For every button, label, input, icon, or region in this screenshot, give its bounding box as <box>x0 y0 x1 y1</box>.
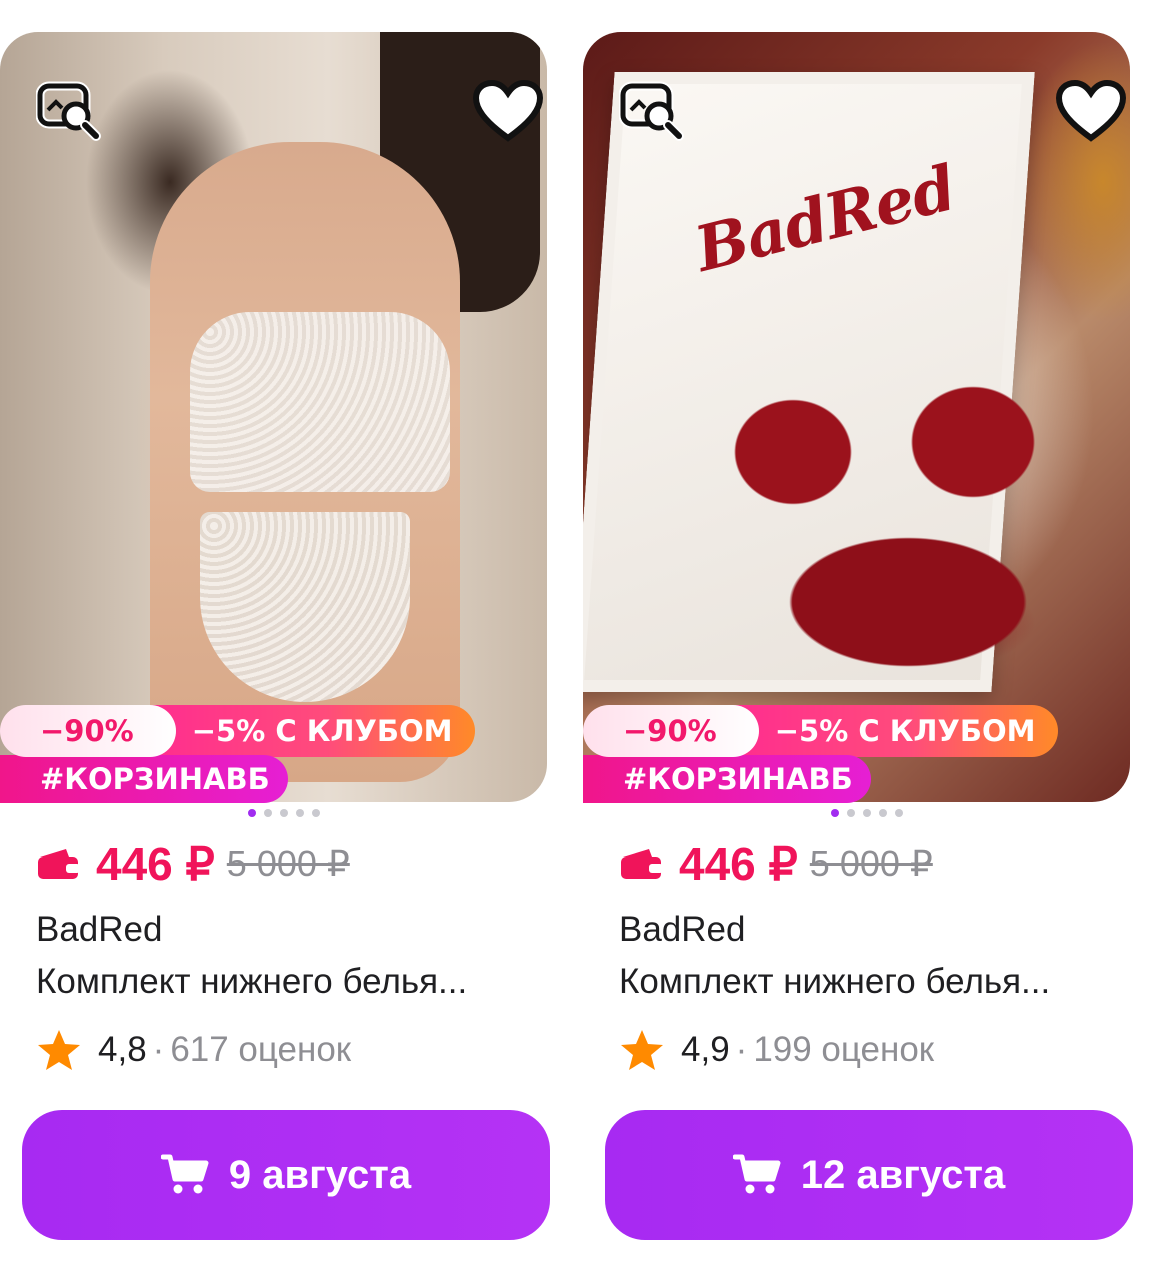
product-grid: −90% −5% С КЛУБОМ #КОРЗИНАВБ 446 ₽ 5 000… <box>0 0 1160 1280</box>
carousel-dot <box>847 809 855 817</box>
carousel-dot <box>895 809 903 817</box>
brand-name[interactable]: BadRed <box>36 910 162 950</box>
discount-badge: −90% <box>0 705 176 757</box>
club-discount-badge: −5% С КЛУБОМ <box>730 705 1058 757</box>
brand-name[interactable]: BadRed <box>619 910 745 950</box>
current-price: 446 ₽ <box>96 838 215 890</box>
carousel-dot <box>248 809 256 817</box>
favorite-heart-icon[interactable] <box>469 72 547 150</box>
photo-lace-top <box>190 312 450 492</box>
carousel-dots <box>831 809 903 817</box>
club-discount-badge: −5% С КЛУБОМ <box>147 705 475 757</box>
carousel-dot <box>879 809 887 817</box>
star-icon <box>621 1030 663 1070</box>
rating-separator: · <box>735 1030 748 1069</box>
add-to-cart-button[interactable]: 9 августа <box>22 1110 550 1240</box>
similar-search-icon[interactable] <box>30 72 108 150</box>
add-to-cart-button[interactable]: 12 августа <box>605 1110 1133 1240</box>
promo-badges: −90% −5% С КЛУБОМ #КОРЗИНАВБ <box>583 705 1143 805</box>
star-icon <box>38 1030 80 1070</box>
product-card[interactable]: BadRed −90% −5% С КЛУБОМ #КОРЗИНАВБ 446 … <box>583 0 1143 1280</box>
carousel-dot <box>280 809 288 817</box>
carousel-dots <box>248 809 320 817</box>
rating-row: 4,8 · 617 оценок <box>36 1028 351 1072</box>
old-price: 5 000 ₽ <box>226 843 350 884</box>
product-title[interactable]: Комплект нижнего белья... <box>619 962 1119 1002</box>
reviews-count: 617 оценок <box>170 1030 352 1069</box>
cart-icon <box>732 1154 781 1194</box>
product-title[interactable]: Комплект нижнего белья... <box>36 962 536 1002</box>
photo-bra <box>673 332 1073 552</box>
carousel-dot <box>831 809 839 817</box>
carousel-dot <box>863 809 871 817</box>
price-row: 446 ₽ 5 000 ₽ <box>619 836 933 892</box>
current-price: 446 ₽ <box>679 838 798 890</box>
carousel-dot <box>264 809 272 817</box>
carousel-dot <box>296 809 304 817</box>
discount-badge: −90% <box>583 705 759 757</box>
promo-tag-badge: #КОРЗИНАВБ <box>583 755 871 803</box>
rating-value: 4,8 <box>98 1030 147 1069</box>
rating-value: 4,9 <box>681 1030 730 1069</box>
rating-separator: · <box>152 1030 165 1069</box>
delivery-date-label: 12 августа <box>800 1152 1006 1197</box>
old-price: 5 000 ₽ <box>809 843 933 884</box>
favorite-heart-icon[interactable] <box>1052 72 1130 150</box>
promo-badges: −90% −5% С КЛУБОМ #КОРЗИНАВБ <box>0 705 560 805</box>
cart-icon <box>160 1154 209 1194</box>
carousel-dot <box>312 809 320 817</box>
similar-search-icon[interactable] <box>613 72 691 150</box>
wallet-icon <box>621 849 663 879</box>
wallet-icon <box>38 849 80 879</box>
promo-tag-badge: #КОРЗИНАВБ <box>0 755 288 803</box>
reviews-count: 199 оценок <box>753 1030 935 1069</box>
product-image[interactable]: BadRed <box>583 32 1130 802</box>
delivery-date-label: 9 августа <box>228 1152 412 1197</box>
product-card[interactable]: −90% −5% С КЛУБОМ #КОРЗИНАВБ 446 ₽ 5 000… <box>0 0 560 1280</box>
rating-row: 4,9 · 199 оценок <box>619 1028 934 1072</box>
product-image[interactable] <box>0 32 547 802</box>
price-row: 446 ₽ 5 000 ₽ <box>36 836 350 892</box>
